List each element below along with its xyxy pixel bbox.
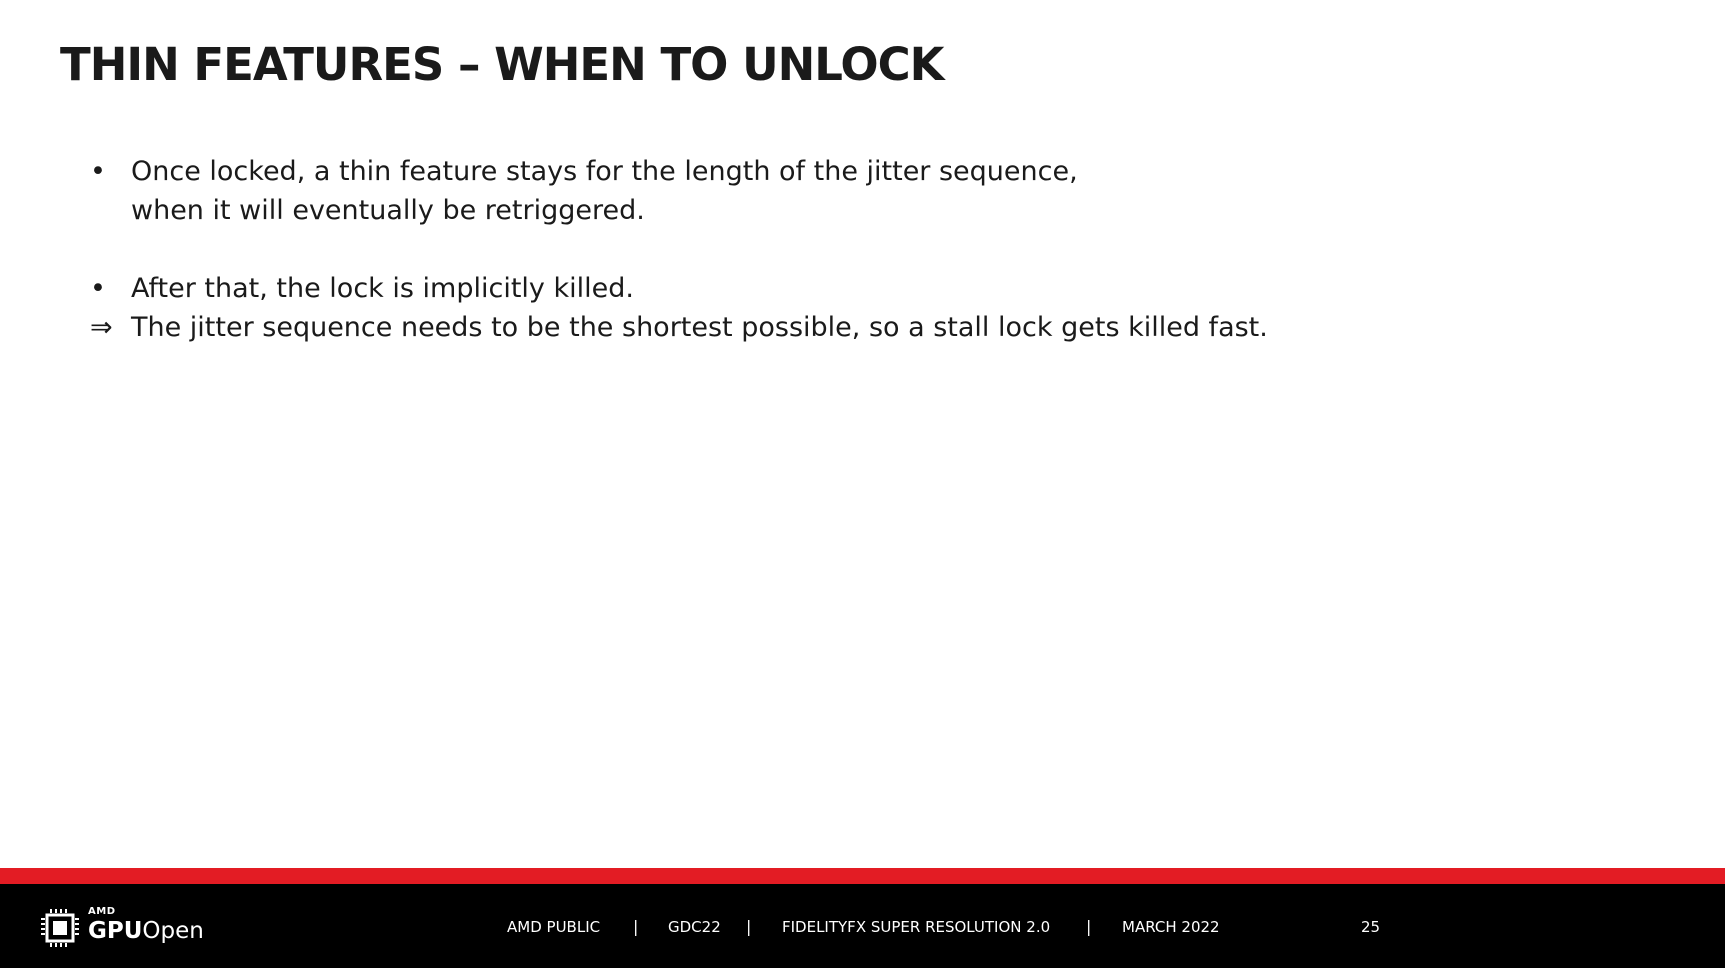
chip-icon — [41, 909, 79, 947]
bullet-text-line: Once locked, a thin feature stays for th… — [131, 156, 1078, 187]
implication-item: ⇒ The jitter sequence needs to be the sh… — [90, 308, 1490, 347]
bullet-text-line: when it will eventually be retriggered. — [131, 195, 645, 226]
logo-open-text: Open — [142, 918, 204, 944]
footer-event: GDC22 — [668, 918, 721, 936]
footer-topic: FIDELITYFX SUPER RESOLUTION 2.0 — [782, 918, 1051, 936]
logo-amd-text: AMD — [88, 906, 116, 917]
implication-text-line: The jitter sequence needs to be the shor… — [131, 312, 1268, 343]
footer-separator: | — [1086, 917, 1092, 936]
implies-arrow-icon: ⇒ — [90, 312, 113, 343]
footer-classification: AMD PUBLIC — [507, 918, 601, 936]
amd-gpuopen-logo: AMD GPUOpen — [40, 906, 204, 950]
page-number: 25 — [1361, 918, 1381, 936]
logo-gpu-text: GPU — [88, 918, 143, 944]
logo-gpuopen-text: GPUOpen — [88, 918, 204, 944]
bullet-marker: • — [90, 156, 106, 187]
footer: AMD GPUOpen AMD PUBLIC | GDC22 | FIDELIT… — [0, 884, 1725, 968]
bullet-marker: • — [90, 273, 106, 304]
slide-body: • Once locked, a thin feature stays for … — [90, 152, 1490, 347]
slide-title: THIN FEATURES – WHEN TO UNLOCK — [60, 38, 945, 91]
footer-separator: | — [746, 917, 752, 936]
bullet-item: • Once locked, a thin feature stays for … — [90, 152, 1490, 230]
footer-red-band — [0, 868, 1725, 884]
bullet-item: • After that, the lock is implicitly kil… — [90, 269, 1490, 308]
bullet-text-line: After that, the lock is implicitly kille… — [131, 273, 634, 304]
footer-separator: | — [633, 917, 639, 936]
footer-date: MARCH 2022 — [1122, 918, 1220, 936]
